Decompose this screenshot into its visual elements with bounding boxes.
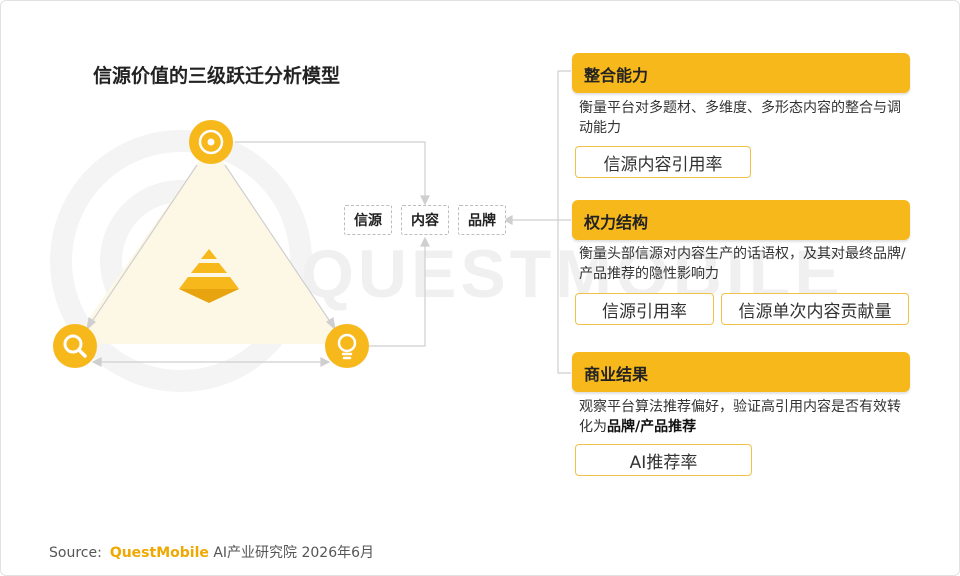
metric-source-content-citation-rate: 信源内容引用率	[575, 146, 751, 178]
search-icon	[63, 334, 87, 358]
page: QUESTMOBILE 信源价值的三级跃迁分析模型 信源 内容 品牌 整合能力 …	[0, 0, 960, 576]
tag-brand: 品牌	[458, 205, 506, 235]
category-desc: 衡量平台对多题材、多维度、多形态内容的整合与调动能力	[579, 100, 901, 136]
category-title: 权力结构	[584, 213, 649, 232]
tag-content: 内容	[401, 205, 449, 235]
diagram-title: 信源价值的三级跃迁分析模型	[93, 65, 341, 87]
category-power-structure: 权力结构	[572, 200, 910, 240]
category-title: 整合能力	[584, 66, 649, 85]
source-rest: AI产业研究院 2026年6月	[213, 545, 375, 561]
metric-source-citation-rate: 信源引用率	[575, 293, 714, 325]
category-title: 商业结果	[584, 365, 649, 384]
pyramid-icon	[179, 249, 239, 303]
node-left	[53, 324, 97, 368]
target-icon	[198, 129, 224, 155]
lightbulb-icon	[337, 333, 357, 360]
category-integration: 整合能力	[572, 53, 910, 93]
desc-bold: 品牌/产品推荐	[607, 419, 697, 435]
source-brand: QuestMobile	[109, 545, 209, 561]
source-line: Source: QuestMobile AI产业研究院 2026年6月	[49, 542, 374, 562]
node-top	[189, 120, 233, 164]
category-desc: 观察平台算法推荐偏好，验证高引用内容是否有效转化为品牌/产品推荐	[579, 397, 914, 437]
source-label: Source:	[49, 545, 102, 561]
metric-source-contribution: 信源单次内容贡献量	[721, 293, 909, 325]
tag-source: 信源	[344, 205, 392, 235]
category-business-result: 商业结果	[572, 352, 910, 392]
node-right	[325, 324, 369, 368]
metric-ai-recommend-rate: AI推荐率	[575, 444, 752, 476]
category-desc: 衡量头部信源对内容生产的话语权，及其对最终品牌/产品推荐的隐性影响力	[579, 246, 906, 282]
